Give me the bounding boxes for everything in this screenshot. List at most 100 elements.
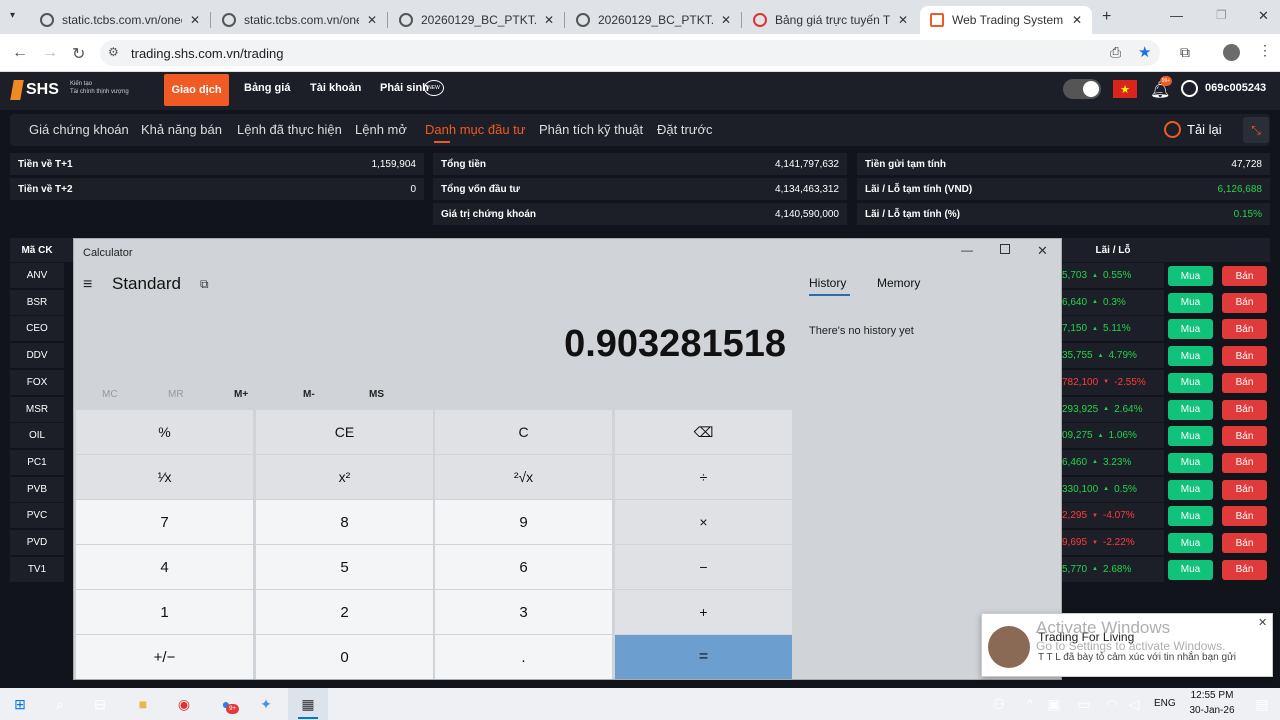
sell-button[interactable]: Bán bbox=[1222, 266, 1267, 286]
buy-button[interactable]: Mua bbox=[1168, 426, 1213, 447]
sell-button[interactable]: Bán bbox=[1222, 559, 1267, 580]
buy-button[interactable]: Mua bbox=[1168, 506, 1213, 527]
browser-tab-3[interactable]: 20260129_BC_PTKT.pdf✕ bbox=[389, 6, 564, 34]
tab-lenh-mo[interactable]: Lệnh mở bbox=[355, 122, 407, 137]
sell-button[interactable]: Bán bbox=[1222, 479, 1267, 500]
memory-store-button[interactable]: MS bbox=[369, 389, 384, 400]
digit-3-button[interactable]: 3 bbox=[435, 590, 612, 634]
buy-button[interactable]: Mua bbox=[1168, 559, 1213, 580]
stock-code[interactable]: PVD bbox=[10, 530, 64, 555]
site-info-icon[interactable]: ⚙ bbox=[108, 45, 119, 59]
file-explorer-icon[interactable]: ■ bbox=[131, 692, 155, 716]
close-tab-icon[interactable]: ✕ bbox=[190, 13, 200, 27]
back-icon[interactable]: ← bbox=[12, 44, 28, 62]
people-icon[interactable]: ⚇ bbox=[987, 692, 1011, 716]
keep-on-top-icon[interactable]: ⧉ bbox=[200, 277, 209, 292]
digit-5-button[interactable]: 5 bbox=[256, 545, 433, 589]
decimal-button[interactable]: . bbox=[435, 635, 612, 679]
tab-search-icon[interactable]: ▾ bbox=[10, 10, 15, 21]
app-tray-icon[interactable]: ▣ bbox=[1042, 692, 1066, 716]
close-tab-icon[interactable]: ✕ bbox=[367, 13, 377, 27]
sell-button[interactable]: Bán bbox=[1222, 319, 1267, 340]
square-root-button[interactable]: ²√x bbox=[435, 455, 612, 499]
digit-8-button[interactable]: 8 bbox=[256, 500, 433, 544]
memory-tab[interactable]: Memory bbox=[877, 276, 920, 290]
notifications-icon[interactable]: ▤ bbox=[1250, 692, 1274, 716]
close-tab-icon[interactable]: ✕ bbox=[1072, 13, 1082, 27]
hamburger-menu-icon[interactable]: ≡ bbox=[83, 276, 92, 294]
buy-button[interactable]: Mua bbox=[1168, 292, 1213, 313]
volume-icon[interactable]: ◁ bbox=[1122, 692, 1146, 716]
subtract-button[interactable]: − bbox=[615, 545, 792, 589]
buy-button[interactable]: Mua bbox=[1168, 479, 1213, 500]
sell-button[interactable]: Bán bbox=[1222, 452, 1267, 473]
square-button[interactable]: x² bbox=[256, 455, 433, 499]
clock-time[interactable]: 12:55 PM bbox=[1188, 690, 1236, 701]
show-hidden-icons[interactable]: ^ bbox=[1018, 692, 1042, 716]
search-icon[interactable]: ⌕ bbox=[48, 692, 72, 716]
sell-button[interactable]: Bán bbox=[1222, 399, 1267, 420]
digit-4-button[interactable]: 4 bbox=[76, 545, 253, 589]
buy-button[interactable]: Mua bbox=[1168, 533, 1213, 553]
buy-button[interactable]: Mua bbox=[1168, 346, 1213, 367]
tab-kha-nang-ban[interactable]: Khả năng bán bbox=[141, 122, 222, 137]
collapse-icon[interactable]: ⤡ bbox=[1243, 117, 1269, 143]
calculator-icon[interactable]: ▦ bbox=[296, 692, 320, 716]
memory-recall-button[interactable]: MR bbox=[168, 389, 184, 400]
memory-add-button[interactable]: M+ bbox=[234, 389, 248, 400]
negate-button[interactable]: +/− bbox=[76, 635, 253, 679]
sell-button[interactable]: Bán bbox=[1222, 506, 1267, 527]
task-view-icon[interactable]: ⊟ bbox=[88, 692, 112, 716]
stock-code[interactable]: TV1 bbox=[10, 556, 64, 582]
sell-button[interactable]: Bán bbox=[1222, 292, 1267, 313]
digit-7-button[interactable]: 7 bbox=[76, 500, 253, 544]
stock-code[interactable]: DDV bbox=[10, 343, 64, 369]
stock-code[interactable]: ANV bbox=[10, 263, 64, 288]
tab-danh-muc-dau-tu[interactable]: Danh mục đầu tư bbox=[425, 122, 525, 137]
stock-code[interactable]: BSR bbox=[10, 289, 64, 315]
equals-button[interactable]: = bbox=[615, 635, 792, 679]
bookmark-star-icon[interactable]: ★ bbox=[1138, 43, 1151, 61]
reciprocal-button[interactable]: ¹⁄x bbox=[76, 455, 253, 499]
reload-button[interactable]: Tải lại bbox=[1164, 121, 1222, 138]
stock-code[interactable]: MSR bbox=[10, 396, 64, 422]
tab-gia-chung-khoan[interactable]: Giá chứng khoán bbox=[29, 122, 129, 137]
user-icon[interactable] bbox=[1181, 80, 1198, 97]
nav-phai-sinh[interactable]: Phái sinh bbox=[380, 82, 429, 94]
close-tab-icon[interactable]: ✕ bbox=[721, 13, 731, 27]
browser-tab-1[interactable]: static.tcbs.com.vn/oneclick✕ bbox=[30, 6, 210, 34]
nav-tai-khoan[interactable]: Tài khoản bbox=[310, 82, 361, 94]
add-button[interactable]: + bbox=[615, 590, 792, 634]
digit-9-button[interactable]: 9 bbox=[435, 500, 612, 544]
buy-button[interactable]: Mua bbox=[1168, 266, 1213, 286]
tab-dat-truoc[interactable]: Đặt trước bbox=[657, 122, 713, 137]
clock-date[interactable]: 30-Jan-26 bbox=[1186, 705, 1238, 716]
browser-tab-6-active[interactable]: Web Trading System ✕ bbox=[920, 6, 1092, 34]
stock-code[interactable]: OIL bbox=[10, 423, 64, 449]
tab-lenh-da-thuc-hien[interactable]: Lệnh đã thực hiện bbox=[237, 122, 342, 137]
browser-tab-4[interactable]: 20260129_BC_PTKT.pdf✕ bbox=[566, 6, 741, 34]
theme-toggle[interactable] bbox=[1063, 79, 1101, 99]
reload-page-icon[interactable]: ↻ bbox=[72, 44, 85, 64]
stock-code[interactable]: CEO bbox=[10, 316, 64, 342]
profile-avatar[interactable] bbox=[1223, 44, 1240, 61]
digit-0-button[interactable]: 0 bbox=[256, 635, 433, 679]
install-icon[interactable]: ⎙ bbox=[1110, 44, 1121, 61]
memory-subtract-button[interactable]: M- bbox=[303, 389, 315, 400]
buy-button[interactable]: Mua bbox=[1168, 399, 1213, 420]
sell-button[interactable]: Bán bbox=[1222, 426, 1267, 447]
stock-code[interactable]: PC1 bbox=[10, 449, 64, 475]
url-text[interactable]: trading.shs.com.vn/trading bbox=[131, 46, 283, 61]
calculator-window[interactable]: Calculator — ✕ ≡ Standard ⧉ 0.903281518 … bbox=[73, 238, 1062, 680]
stock-code[interactable]: FOX bbox=[10, 369, 64, 395]
restore-icon[interactable]: ❐ bbox=[1216, 8, 1227, 22]
nav-giao-dich[interactable]: Giao dịch bbox=[164, 74, 229, 106]
close-tab-icon[interactable]: ✕ bbox=[898, 13, 908, 27]
chrome-menu-icon[interactable]: ⋮ bbox=[1258, 42, 1272, 59]
battery-icon[interactable]: ▭ bbox=[1072, 692, 1096, 716]
sell-button[interactable]: Bán bbox=[1222, 533, 1267, 553]
clear-entry-button[interactable]: CE bbox=[256, 410, 433, 454]
extensions-icon[interactable]: ⧉ bbox=[1180, 44, 1190, 61]
multiply-button[interactable]: × bbox=[615, 500, 792, 544]
trading-app-icon[interactable]: ✦ bbox=[254, 692, 278, 716]
